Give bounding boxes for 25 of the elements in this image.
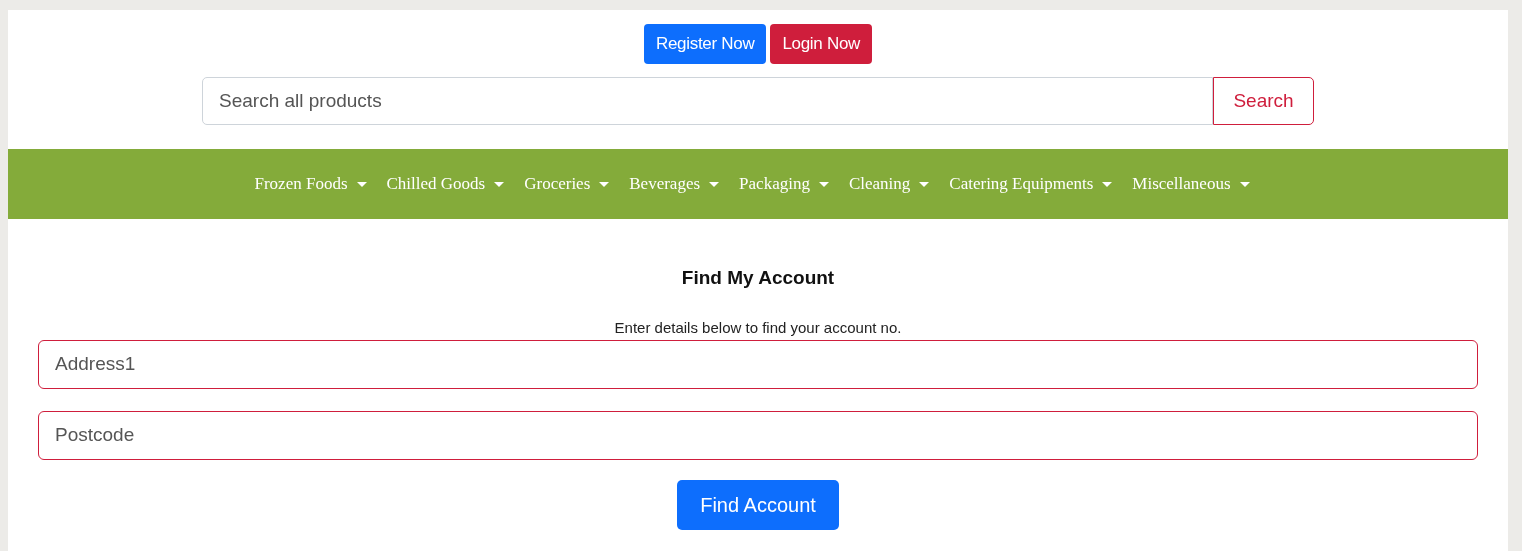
form-input-field[interactable]: Postcode: [38, 410, 1478, 460]
form-subtitle: Enter details below to find your account no.: [614, 318, 902, 337]
form-input-field[interactable]: Address1: [38, 339, 1478, 389]
header-button[interactable]: Login Now: [770, 24, 873, 64]
caret-down-icon: [356, 181, 367, 187]
nav-menu-item[interactable]: Frozen Foods: [254, 171, 367, 197]
caret-down-icon: [494, 181, 505, 187]
search-field[interactable]: Search all products: [202, 77, 1213, 125]
search-button[interactable]: Search: [1213, 77, 1314, 125]
caret-down-icon: [709, 181, 720, 187]
find-account-button[interactable]: Find Account: [677, 479, 839, 530]
form-title: Find My Account: [681, 266, 835, 290]
nav-menu-item[interactable]: Groceries: [524, 171, 610, 197]
caret-down-icon: [1239, 181, 1250, 187]
nav-menu-item[interactable]: Miscellaneous: [1132, 171, 1250, 197]
nav-menu-item[interactable]: Cleaning: [848, 171, 930, 197]
nav-menu-item[interactable]: Catering Equipments: [949, 171, 1113, 197]
caret-down-icon: [919, 181, 930, 187]
caret-down-icon: [1102, 181, 1113, 187]
caret-down-icon: [818, 181, 829, 187]
caret-down-icon: [599, 181, 610, 187]
nav-menu-item[interactable]: Packaging: [739, 171, 829, 197]
nav-menu-item[interactable]: Chilled Goods: [386, 171, 505, 197]
nav-menu-item[interactable]: Beverages: [629, 171, 720, 197]
header-button[interactable]: Register Now: [643, 24, 767, 64]
